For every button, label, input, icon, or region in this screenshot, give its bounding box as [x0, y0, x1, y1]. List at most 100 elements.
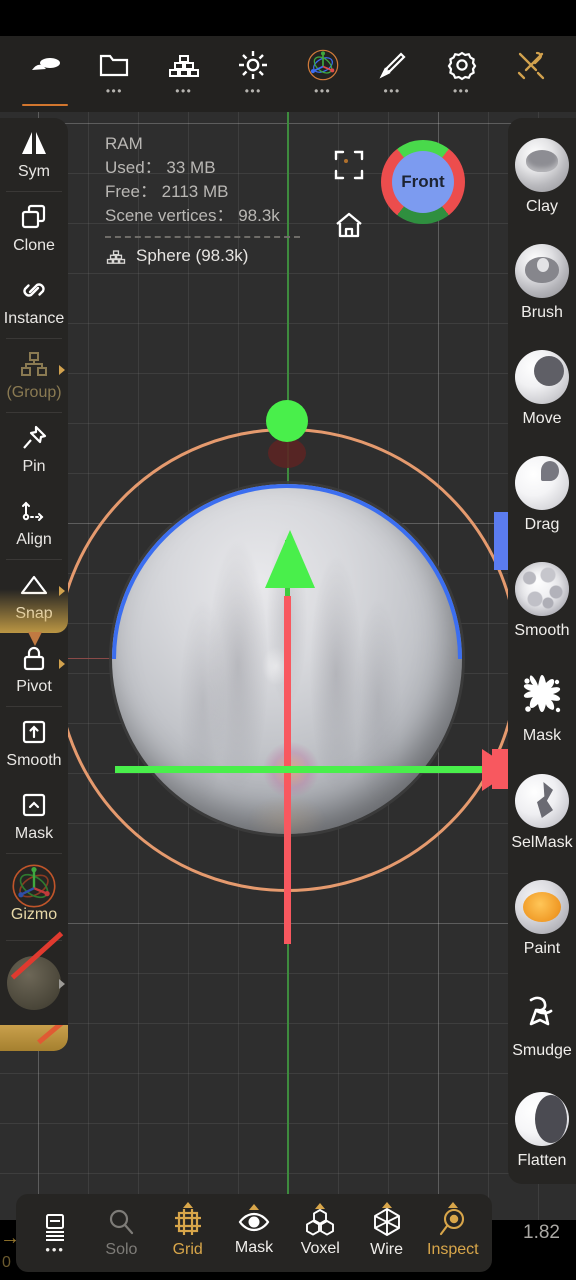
brush-move-icon	[515, 350, 569, 404]
object-name: Sphere (98.3k)	[136, 246, 249, 265]
brush-label-mask: Mask	[522, 727, 562, 744]
brush-item-mask[interactable]: Mask	[508, 654, 576, 760]
sidebar-item-mask[interactable]: Mask	[0, 780, 68, 853]
sidebar-item-sym[interactable]: Sym	[0, 118, 68, 191]
active-marker	[182, 1202, 193, 1208]
frame-selection-icon[interactable]	[332, 148, 366, 182]
left-sidebar: Sym Clone Instance (Group) Pin Align Sna…	[0, 118, 68, 1051]
object-row[interactable]: Sphere (98.3k)	[105, 244, 355, 268]
topbar-brush-dots[interactable]: •••	[384, 85, 401, 97]
brush-item-brush[interactable]: Brush	[508, 230, 576, 336]
active-underline	[22, 104, 68, 106]
clone-icon	[19, 202, 49, 232]
chevron-right-icon[interactable]	[59, 659, 65, 669]
topbar-item-layers[interactable]: •••	[153, 42, 215, 112]
layers-icon	[167, 48, 201, 82]
bottom-label-mask: Mask	[234, 1239, 274, 1256]
brush-label-clay: Clay	[525, 198, 558, 215]
material-swatch[interactable]	[0, 931, 68, 1025]
brush-item-smudge[interactable]: Smudge	[508, 972, 576, 1078]
bottom-item-wire[interactable]: Wire	[354, 1202, 420, 1259]
sidebar-item-smooth[interactable]: Smooth	[0, 707, 68, 780]
sidebar-item-pin[interactable]: Pin	[0, 413, 68, 486]
right-sidebar: Clay Brush Move Drag Smooth Mask SelMask…	[508, 118, 576, 1184]
sidebar-item-gizmo[interactable]: Gizmo	[0, 854, 68, 940]
brush-drag-icon	[515, 456, 569, 510]
brush-item-smooth[interactable]: Smooth	[508, 548, 576, 654]
topbar-item-settings[interactable]: •••	[431, 42, 493, 112]
brush-item-move[interactable]: Move	[508, 336, 576, 442]
bottom-item-grid[interactable]: Grid	[155, 1202, 221, 1259]
viewport-3d[interactable]: RAM Used： 33 MB Free： 2113 MB Scene vert…	[0, 112, 576, 1220]
layers-small-icon	[105, 248, 127, 265]
sidebar-item-instance[interactable]: Instance	[0, 265, 68, 338]
bottom-item-mask[interactable]: Mask	[221, 1204, 287, 1257]
bottom-label-grid: Grid	[172, 1241, 203, 1258]
topbar-light-dots[interactable]: •••	[245, 85, 262, 97]
gizmo-handle-top[interactable]	[266, 400, 308, 442]
home-view-icon[interactable]	[332, 208, 366, 242]
brush-selmask-icon	[515, 774, 569, 828]
gizmo-icon	[306, 48, 340, 82]
sidebar-item-group[interactable]: (Group)	[0, 339, 68, 412]
active-marker	[447, 1202, 458, 1208]
sidebar-label-smooth: Smooth	[6, 752, 62, 769]
chevron-right-icon[interactable]	[59, 586, 65, 596]
scene-vertices: Scene vertices： 98.3k	[105, 206, 280, 225]
ram-title: RAM	[105, 134, 143, 153]
ram-used: Used： 33 MB	[105, 158, 216, 177]
material-ball-icon	[7, 956, 61, 1010]
folder-icon	[97, 48, 131, 82]
view-cube-label: Front	[392, 151, 454, 213]
bottom-menu-dots[interactable]: •••	[45, 1243, 65, 1256]
topbar-item-folder[interactable]: •••	[83, 42, 145, 112]
topbar-settings-dots[interactable]: •••	[453, 85, 470, 97]
bottom-label-solo: Solo	[105, 1241, 138, 1258]
menu-book-icon	[41, 1212, 69, 1242]
topbar-layers-dots[interactable]: •••	[175, 85, 192, 97]
gizmo-arrow-up[interactable]	[265, 530, 315, 588]
sidebar-label-clone: Clone	[13, 237, 55, 254]
sidebar-item-snap[interactable]: Snap	[0, 560, 68, 646]
bottom-item-voxel[interactable]: Voxel	[287, 1203, 353, 1258]
brush-item-paint[interactable]: Paint	[508, 866, 576, 972]
solo-icon	[106, 1207, 136, 1237]
bottom-item-menu[interactable]: •••	[22, 1212, 88, 1256]
brush-item-selmask[interactable]: SelMask	[508, 760, 576, 866]
disabled-slash-icon	[37, 1025, 68, 1045]
topbar-item-light[interactable]: •••	[222, 42, 284, 112]
topbar-item-gizmo[interactable]: •••	[292, 42, 354, 112]
active-marker	[381, 1202, 392, 1208]
sidebar-label-pin: Pin	[22, 458, 46, 475]
brush-item-clay[interactable]: Clay	[508, 124, 576, 230]
light-icon	[236, 48, 270, 82]
brush-label-flatten: Flatten	[517, 1152, 567, 1169]
topbar-item-tools[interactable]	[500, 42, 562, 112]
topbar-folder-dots[interactable]: •••	[106, 85, 123, 97]
brush-smudge-icon	[519, 990, 565, 1036]
brush-item-flatten[interactable]: Flatten	[508, 1078, 576, 1184]
sidebar-item-pivot[interactable]: Pivot	[0, 633, 68, 706]
sculpt-icon	[28, 48, 62, 82]
chevron-right-icon[interactable]	[59, 979, 65, 989]
top-toolbar: ••• ••• ••• ••• ••• •••	[0, 36, 576, 112]
bottom-label-voxel: Voxel	[300, 1240, 340, 1257]
bottom-item-solo[interactable]: Solo	[88, 1207, 154, 1259]
sidebar-label-snap: Snap	[15, 605, 53, 622]
brush-item-drag[interactable]: Drag	[508, 442, 576, 548]
brush-smooth-icon	[515, 562, 569, 616]
view-orientation-cube[interactable]: Front	[381, 140, 465, 224]
brush-icon	[375, 48, 409, 82]
info-divider	[105, 236, 300, 238]
topbar-item-brush[interactable]: •••	[361, 42, 423, 112]
bottom-item-inspect[interactable]: Inspect	[420, 1202, 486, 1259]
gizmo-axis-x-line[interactable]	[115, 766, 487, 773]
chevron-right-icon[interactable]	[59, 365, 65, 375]
sidebar-bottom-strip[interactable]	[0, 1025, 68, 1051]
topbar-item-sculpt[interactable]	[14, 42, 76, 112]
sidebar-item-align[interactable]: Align	[0, 486, 68, 559]
brush-label-move: Move	[522, 410, 562, 427]
sidebar-item-clone[interactable]: Clone	[0, 192, 68, 265]
align-icon	[18, 496, 50, 526]
topbar-gizmo-dots[interactable]: •••	[314, 85, 331, 97]
